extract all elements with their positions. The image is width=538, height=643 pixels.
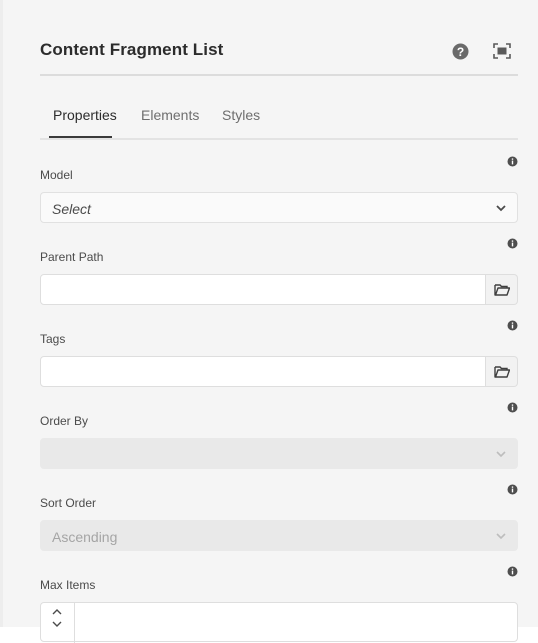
order-by-label: Order By [40, 414, 89, 428]
info-icon[interactable] [507, 238, 518, 249]
tab-elements[interactable]: Elements [141, 107, 199, 123]
info-icon[interactable] [507, 156, 518, 167]
info-icon[interactable] [507, 484, 518, 495]
svg-text:?: ? [456, 44, 463, 58]
max-items-input[interactable] [40, 602, 518, 643]
tab-styles[interactable]: Styles [222, 107, 260, 123]
active-tab-indicator [49, 136, 112, 138]
tab-properties[interactable]: Properties [53, 107, 117, 123]
fullscreen-icon[interactable] [492, 41, 512, 61]
model-select-value: Select [52, 201, 91, 217]
folder-icon [493, 366, 510, 378]
chevron-down-icon [496, 451, 506, 458]
parent-path-input[interactable] [40, 274, 486, 305]
model-select[interactable]: Select [40, 192, 518, 223]
sort-order-select: Ascending [40, 520, 518, 551]
chevron-up-icon [52, 609, 62, 615]
info-icon[interactable] [507, 320, 518, 331]
dialog-header: Content Fragment List ? [40, 30, 518, 76]
tags-input[interactable] [40, 356, 486, 387]
sort-order-label: Sort Order [40, 496, 97, 510]
decrement-button[interactable] [51, 619, 63, 629]
parent-path-label: Parent Path [40, 250, 104, 264]
order-by-select [40, 438, 518, 469]
max-items-stepper [41, 603, 75, 643]
info-icon[interactable] [507, 402, 518, 413]
model-label: Model [40, 168, 73, 182]
tags-browse-button[interactable] [486, 356, 518, 387]
increment-button[interactable] [51, 607, 63, 617]
folder-icon [493, 284, 510, 296]
dialog-title: Content Fragment List [40, 40, 224, 59]
tab-bar: Properties Elements Styles [40, 96, 518, 140]
help-icon[interactable]: ? [450, 41, 470, 61]
sort-order-select-value: Ascending [52, 529, 118, 545]
tags-label: Tags [40, 332, 66, 346]
max-items-label: Max Items [40, 578, 96, 592]
chevron-down-icon [52, 621, 62, 627]
chevron-down-icon [496, 533, 506, 540]
info-icon[interactable] [507, 566, 518, 577]
parent-path-browse-button[interactable] [486, 274, 518, 305]
chevron-down-icon [496, 205, 506, 212]
